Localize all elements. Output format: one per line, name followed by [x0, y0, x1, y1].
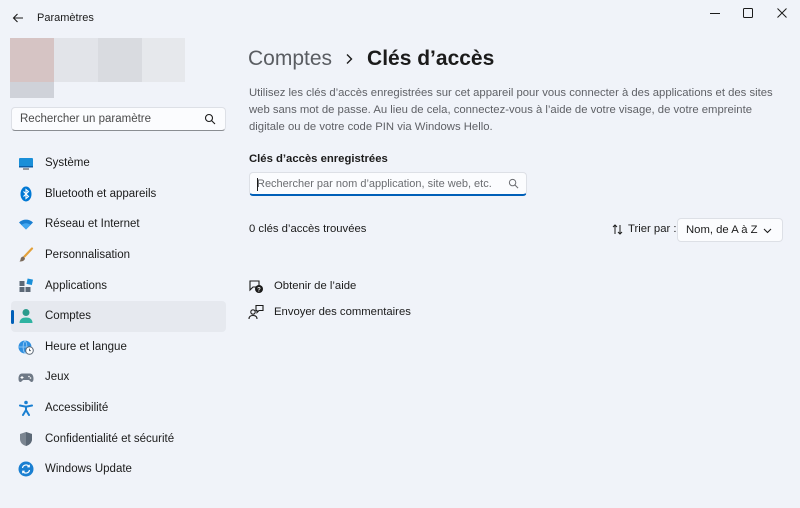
- breadcrumb: Comptes Clés d’accès: [248, 44, 494, 74]
- person-icon: [18, 308, 34, 324]
- get-help-label: Obtenir de l’aide: [274, 280, 357, 292]
- apps-icon: [18, 278, 34, 294]
- maximize-button[interactable]: [731, 0, 765, 26]
- sidebar-item-bluetooth[interactable]: Bluetooth et appareils: [11, 179, 226, 210]
- sidebar-item-label: Applications: [45, 279, 108, 292]
- chevron-right-icon: [345, 53, 354, 65]
- close-button[interactable]: [765, 0, 799, 26]
- bluetooth-icon: [18, 186, 34, 202]
- gamepad-icon: [18, 369, 34, 385]
- arrow-left-icon: [12, 13, 23, 23]
- sidebar-item-accounts[interactable]: Comptes: [11, 300, 226, 332]
- sidebar-item-apps[interactable]: Applications: [11, 270, 226, 301]
- search-icon: [204, 113, 216, 125]
- sort-icon: [612, 223, 623, 235]
- sort-value: Nom, de A à Z: [686, 224, 758, 236]
- sort-dropdown[interactable]: Nom, de A à Z: [677, 218, 783, 242]
- wifi-icon: [18, 216, 34, 232]
- app-title: Paramètres: [37, 12, 94, 24]
- page-description: Utilisez les clés d’accès enregistrées s…: [249, 87, 773, 133]
- search-icon: [508, 178, 519, 189]
- sidebar-item-label: Confidentialité et sécurité: [45, 432, 175, 445]
- help-icon: ?: [248, 278, 264, 294]
- minimize-icon: [710, 13, 720, 14]
- settings-search-input[interactable]: [12, 108, 202, 130]
- clock-globe-icon: [18, 339, 34, 355]
- sidebar-item-label: Personnalisation: [45, 249, 131, 262]
- brush-icon: [18, 247, 34, 263]
- title-bar: Paramètres: [0, 0, 800, 36]
- sidebar-item-accessibility[interactable]: Accessibilité: [11, 393, 226, 424]
- sidebar-item-gaming[interactable]: Jeux: [11, 362, 226, 393]
- sort-label: Trier par :: [612, 223, 677, 235]
- sidebar-item-label: Heure et langue: [45, 340, 127, 353]
- active-indicator: [11, 309, 14, 324]
- accessibility-icon: [18, 400, 34, 417]
- close-icon: [777, 8, 787, 18]
- back-button[interactable]: [6, 6, 30, 30]
- svg-text:?: ?: [257, 287, 261, 293]
- passkey-search-input[interactable]: [250, 173, 505, 194]
- feedback-icon: [248, 304, 264, 320]
- chevron-down-icon: [763, 228, 772, 234]
- sidebar-item-label: Comptes: [45, 310, 92, 323]
- update-icon: [18, 461, 34, 477]
- sidebar-item-label: Système: [45, 157, 90, 170]
- passkey-search[interactable]: [249, 172, 527, 196]
- maximize-icon: [743, 8, 753, 18]
- sidebar-nav: Système Bluetooth et appareils Réseau et…: [11, 148, 226, 485]
- shield-icon: [18, 431, 34, 447]
- sidebar-item-system[interactable]: Système: [11, 148, 226, 179]
- sidebar-item-windows-update[interactable]: Windows Update: [11, 454, 226, 485]
- sort-label-text: Trier par :: [628, 223, 677, 235]
- section-title: Clés d’accès enregistrées: [249, 153, 388, 165]
- sidebar-item-privacy[interactable]: Confidentialité et sécurité: [11, 423, 226, 454]
- minimize-button[interactable]: [698, 0, 732, 26]
- sidebar-item-label: Bluetooth et appareils: [45, 187, 157, 200]
- breadcrumb-parent[interactable]: Comptes: [248, 47, 332, 71]
- send-feedback-label: Envoyer des commentaires: [274, 306, 411, 318]
- sidebar-item-label: Windows Update: [45, 463, 132, 476]
- page-title: Clés d’accès: [367, 47, 495, 70]
- sidebar-item-network[interactable]: Réseau et Internet: [11, 209, 226, 240]
- sidebar-item-personalization[interactable]: Personnalisation: [11, 240, 226, 271]
- system-icon: [18, 155, 34, 171]
- text-caret: [257, 178, 258, 191]
- send-feedback-link[interactable]: Envoyer des commentaires: [248, 304, 411, 320]
- avatar: [10, 38, 54, 82]
- get-help-link[interactable]: ? Obtenir de l’aide: [248, 278, 356, 294]
- sidebar-item-label: Accessibilité: [45, 402, 109, 415]
- sidebar-item-label: Réseau et Internet: [45, 218, 140, 231]
- sidebar-item-label: Jeux: [45, 371, 70, 384]
- settings-search[interactable]: [11, 107, 226, 131]
- sidebar-item-time-language[interactable]: Heure et langue: [11, 332, 226, 363]
- passkey-count: 0 clés d’accès trouvées: [249, 223, 367, 235]
